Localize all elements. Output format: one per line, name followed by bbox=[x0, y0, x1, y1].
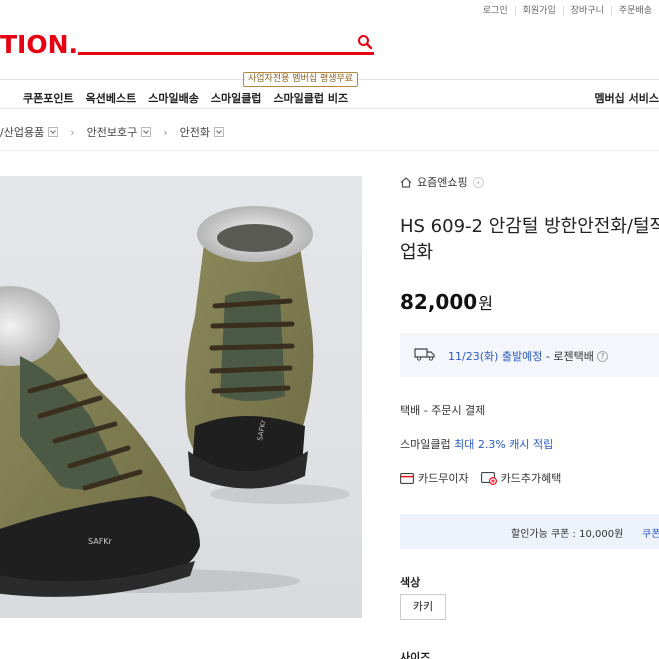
price-currency: 원 bbox=[478, 294, 493, 313]
breadcrumb-label: 안전보호구 bbox=[86, 126, 138, 139]
search-underline bbox=[78, 52, 374, 55]
cart-link[interactable]: 장바구니 bbox=[562, 6, 611, 16]
chevron-down-icon[interactable] bbox=[213, 127, 224, 137]
chevron-right-icon: › bbox=[163, 125, 168, 139]
chevron-down-icon[interactable] bbox=[48, 127, 59, 137]
home-icon bbox=[400, 176, 412, 188]
breadcrumb-item[interactable]: /산업용품 bbox=[0, 124, 59, 140]
nav-membership-service[interactable]: 멤버십 서비스 bbox=[594, 90, 659, 106]
global-nav: 쿠폰포인트 옥션베스트 스마일배송 스마일클럽 스마일클럽 비즈 bbox=[23, 90, 360, 106]
utility-links: 로그인 회원가입 장바구니 주문배송 bbox=[476, 6, 659, 16]
nav-coupon-point[interactable]: 쿠폰포인트 bbox=[23, 90, 74, 106]
shop-name: 요즘엔쇼핑 bbox=[417, 176, 468, 189]
card-icon bbox=[400, 472, 414, 484]
breadcrumb: /산업용품 › 안전보호구 › 안전화 bbox=[0, 124, 224, 140]
breadcrumb-label: 안전화 bbox=[179, 126, 210, 139]
benefit-label: 카드무이자 bbox=[418, 472, 469, 485]
breadcrumb-label: /산업용품 bbox=[0, 126, 45, 139]
breadcrumb-item[interactable]: 안전보호구 bbox=[87, 124, 152, 140]
smileclub-prefix: 스마일클럽 bbox=[400, 438, 455, 451]
chevron-right-icon: › bbox=[472, 176, 484, 188]
promo-badge: 사업자전용 멤버십 평생무료 bbox=[243, 72, 359, 87]
site-logo[interactable]: TION. bbox=[0, 30, 78, 59]
card-plus-icon bbox=[480, 471, 497, 485]
coupon-link[interactable]: 쿠폰 bbox=[642, 525, 659, 540]
coupon-banner[interactable]: 할인가능 쿠폰 : 10,000원 쿠폰 bbox=[400, 514, 659, 549]
help-icon[interactable]: ? bbox=[596, 350, 608, 362]
search-input[interactable] bbox=[78, 32, 348, 52]
product-image[interactable]: SAFKr SAFKr bbox=[0, 176, 362, 618]
smileclub-reward: 스마일클럽 최대 2.3% 캐시 적립 bbox=[400, 436, 553, 452]
product-price: 82,000원 bbox=[400, 290, 493, 314]
order-tracking-link[interactable]: 주문배송 bbox=[610, 6, 659, 16]
truck-icon bbox=[414, 348, 435, 361]
smileclub-highlight[interactable]: 최대 2.3% 캐시 적립 bbox=[454, 438, 553, 451]
color-option-label: 색상 bbox=[400, 576, 421, 589]
card-interest-free-button[interactable]: 카드무이자 bbox=[400, 470, 469, 486]
benefit-label: 카드추가혜택 bbox=[500, 472, 562, 485]
card-benefits: 카드무이자 카드추가혜택 bbox=[400, 470, 573, 486]
size-option-label: 사이즈 bbox=[400, 651, 431, 659]
breadcrumb-divider bbox=[0, 150, 659, 151]
shop-link[interactable]: 요즘엔쇼핑 › bbox=[400, 174, 484, 190]
shipping-carrier: 로젠택배 bbox=[553, 350, 594, 363]
shipping-info: 11/23(화) 출발예정 - 로젠택배 ? bbox=[400, 333, 659, 377]
shipping-separator: - bbox=[542, 349, 554, 363]
card-extra-benefit-button[interactable]: 카드추가혜택 bbox=[480, 470, 562, 486]
login-link[interactable]: 로그인 bbox=[476, 6, 515, 16]
price-value: 82,000 bbox=[400, 290, 478, 314]
signup-link[interactable]: 회원가입 bbox=[514, 6, 563, 16]
nav-divider bbox=[0, 108, 659, 109]
chevron-right-icon: › bbox=[70, 125, 75, 139]
product-title: HS 609-2 안감털 방한안전화/털작업화 bbox=[400, 216, 659, 263]
nav-smile-club-biz[interactable]: 스마일클럽 비즈 bbox=[273, 90, 348, 106]
shipping-date: 11/23(화) 출발예정 bbox=[448, 350, 543, 363]
nav-smile-club[interactable]: 스마일클럽 bbox=[211, 90, 262, 106]
delivery-fee: 택배 - 주문시 결제 bbox=[400, 404, 486, 417]
color-option-khaki[interactable]: 카키 bbox=[400, 594, 446, 620]
coupon-text: 할인가능 쿠폰 : 10,000원 bbox=[511, 529, 624, 540]
boots-illustration: SAFKr SAFKr bbox=[0, 206, 350, 597]
boot-brand-text: SAFKr bbox=[88, 537, 113, 546]
breadcrumb-item[interactable]: 안전화 bbox=[180, 124, 224, 140]
nav-auction-best[interactable]: 옥션베스트 bbox=[86, 90, 137, 106]
search-icon[interactable] bbox=[357, 34, 373, 50]
chevron-down-icon[interactable] bbox=[141, 127, 152, 137]
nav-smile-delivery[interactable]: 스마일배송 bbox=[148, 90, 199, 106]
